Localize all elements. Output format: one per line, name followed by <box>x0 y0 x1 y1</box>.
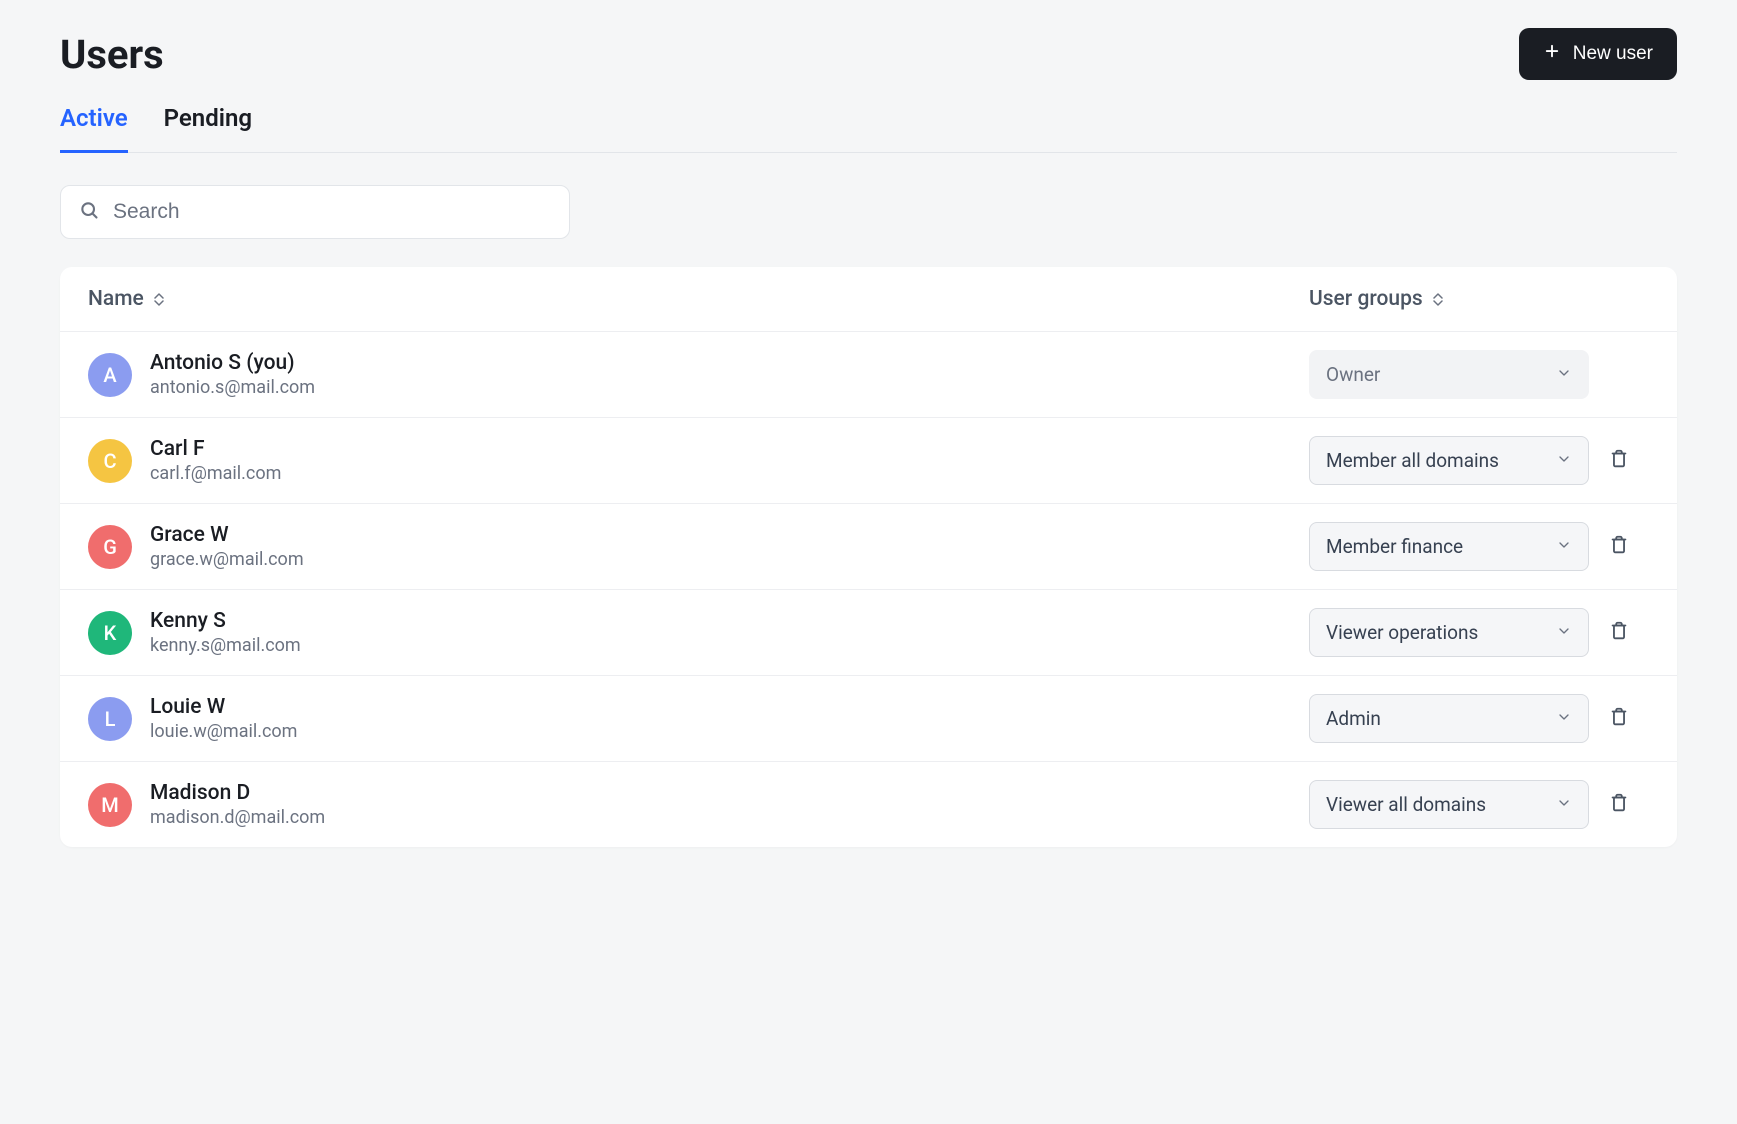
search-icon <box>79 200 99 224</box>
user-info: Carl Fcarl.f@mail.com <box>150 437 281 484</box>
search-input[interactable] <box>113 200 551 224</box>
avatar: A <box>88 353 132 397</box>
user-email: antonio.s@mail.com <box>150 377 315 398</box>
actions-cell <box>1589 442 1649 479</box>
table-row: C Carl Fcarl.f@mail.com Member all domains <box>60 418 1677 504</box>
user-email: madison.d@mail.com <box>150 807 325 828</box>
actions-cell <box>1589 528 1649 565</box>
user-info: Louie Wlouie.w@mail.com <box>150 695 297 742</box>
trash-icon <box>1608 620 1630 645</box>
chevron-down-icon <box>1556 365 1572 385</box>
page-header: Users New user <box>60 28 1677 80</box>
avatar: M <box>88 783 132 827</box>
search-wrap <box>60 185 1677 239</box>
group-label: Viewer all domains <box>1326 793 1486 816</box>
table-header-row: Name User groups <box>60 267 1677 332</box>
user-info: Madison Dmadison.d@mail.com <box>150 781 325 828</box>
column-header-groups[interactable]: User groups <box>1309 287 1589 311</box>
chevron-down-icon <box>1556 451 1572 471</box>
users-table: Name User groups A Antonio S (you)antonio… <box>60 267 1677 847</box>
avatar: G <box>88 525 132 569</box>
group-cell: Owner <box>1309 350 1589 399</box>
page-title: Users <box>60 31 164 78</box>
chevron-down-icon <box>1556 709 1572 729</box>
user-name: Madison D <box>150 781 325 805</box>
group-cell: Viewer all domains <box>1309 780 1589 829</box>
plus-icon <box>1543 42 1561 66</box>
user-info: Kenny Skenny.s@mail.com <box>150 609 301 656</box>
tab-active[interactable]: Active <box>60 104 128 153</box>
trash-icon <box>1608 792 1630 817</box>
avatar: L <box>88 697 132 741</box>
user-name: Grace W <box>150 523 304 547</box>
user-info: Antonio S (you)antonio.s@mail.com <box>150 351 315 398</box>
user-cell: K Kenny Skenny.s@mail.com <box>88 609 1309 656</box>
group-cell: Member all domains <box>1309 436 1589 485</box>
sort-icon <box>154 293 164 306</box>
trash-icon <box>1608 448 1630 473</box>
new-user-label: New user <box>1573 43 1653 65</box>
user-email: louie.w@mail.com <box>150 721 297 742</box>
avatar: K <box>88 611 132 655</box>
user-cell: C Carl Fcarl.f@mail.com <box>88 437 1309 484</box>
column-header-name[interactable]: Name <box>88 287 1309 311</box>
table-row: A Antonio S (you)antonio.s@mail.com Owner <box>60 332 1677 418</box>
group-cell: Admin <box>1309 694 1589 743</box>
user-cell: M Madison Dmadison.d@mail.com <box>88 781 1309 828</box>
user-info: Grace Wgrace.w@mail.com <box>150 523 304 570</box>
group-select[interactable]: Member finance <box>1309 522 1589 571</box>
user-email: kenny.s@mail.com <box>150 635 301 656</box>
group-cell: Viewer operations <box>1309 608 1589 657</box>
table-row: K Kenny Skenny.s@mail.com Viewer operation… <box>60 590 1677 676</box>
chevron-down-icon <box>1556 537 1572 557</box>
group-cell: Member finance <box>1309 522 1589 571</box>
group-label: Owner <box>1326 363 1380 386</box>
user-email: carl.f@mail.com <box>150 463 281 484</box>
delete-button[interactable] <box>1602 700 1636 737</box>
trash-icon <box>1608 534 1630 559</box>
column-header-name-label: Name <box>88 287 144 311</box>
actions-cell <box>1589 786 1649 823</box>
group-select: Owner <box>1309 350 1589 399</box>
group-label: Member finance <box>1326 535 1463 558</box>
sort-icon <box>1433 293 1443 306</box>
chevron-down-icon <box>1556 795 1572 815</box>
user-cell: L Louie Wlouie.w@mail.com <box>88 695 1309 742</box>
tabs: Active Pending <box>60 104 1677 153</box>
search-box[interactable] <box>60 185 570 239</box>
group-select[interactable]: Admin <box>1309 694 1589 743</box>
new-user-button[interactable]: New user <box>1519 28 1677 80</box>
user-name: Louie W <box>150 695 297 719</box>
column-header-groups-label: User groups <box>1309 287 1423 311</box>
table-row: L Louie Wlouie.w@mail.com Admin <box>60 676 1677 762</box>
delete-button[interactable] <box>1602 786 1636 823</box>
tab-pending[interactable]: Pending <box>164 104 252 153</box>
delete-button[interactable] <box>1602 614 1636 651</box>
delete-button[interactable] <box>1602 442 1636 479</box>
user-email: grace.w@mail.com <box>150 549 304 570</box>
group-label: Admin <box>1326 707 1381 730</box>
user-cell: G Grace Wgrace.w@mail.com <box>88 523 1309 570</box>
user-name: Antonio S (you) <box>150 351 315 375</box>
avatar: C <box>88 439 132 483</box>
chevron-down-icon <box>1556 623 1572 643</box>
user-name: Carl F <box>150 437 281 461</box>
trash-icon <box>1608 706 1630 731</box>
delete-button[interactable] <box>1602 528 1636 565</box>
group-select[interactable]: Member all domains <box>1309 436 1589 485</box>
actions-cell <box>1589 614 1649 651</box>
group-select[interactable]: Viewer operations <box>1309 608 1589 657</box>
group-label: Member all domains <box>1326 449 1499 472</box>
table-row: M Madison Dmadison.d@mail.com Viewer all d… <box>60 762 1677 847</box>
actions-cell <box>1589 700 1649 737</box>
group-select[interactable]: Viewer all domains <box>1309 780 1589 829</box>
table-row: G Grace Wgrace.w@mail.com Member finance <box>60 504 1677 590</box>
group-label: Viewer operations <box>1326 621 1478 644</box>
user-cell: A Antonio S (you)antonio.s@mail.com <box>88 351 1309 398</box>
user-name: Kenny S <box>150 609 301 633</box>
